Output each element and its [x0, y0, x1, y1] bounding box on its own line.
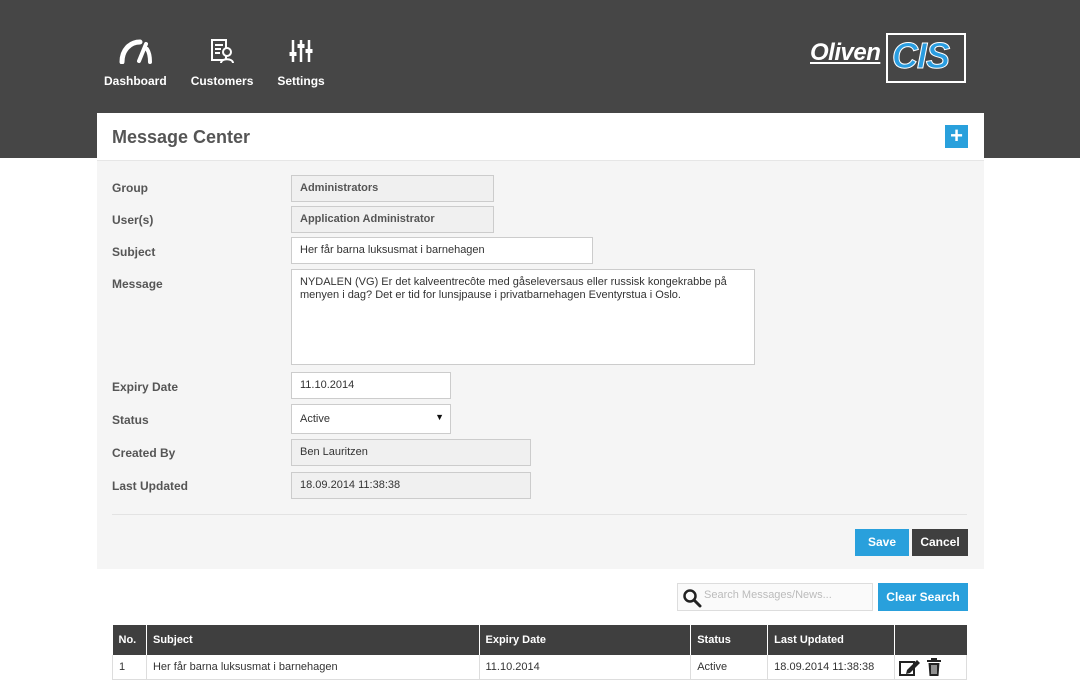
column-header-status[interactable]: Status	[690, 625, 769, 655]
last-updated-field: 18.09.2014 11:38:38	[291, 472, 531, 499]
cell-actions	[894, 655, 967, 680]
search-icon	[683, 589, 702, 608]
created-by-label: Created By	[112, 446, 176, 460]
subject-input[interactable]: Her får barna luksusmat i barnehagen	[291, 237, 593, 264]
messages-list-area: Clear Search No. Subject Expiry Date Sta…	[97, 569, 984, 680]
logo-text-cis: CIS	[891, 35, 950, 77]
trash-icon[interactable]	[926, 657, 942, 676]
messages-table: No. Subject Expiry Date Status Last Upda…	[112, 625, 967, 680]
cancel-button[interactable]: Cancel	[912, 529, 968, 556]
status-label: Status	[112, 413, 149, 427]
add-message-button[interactable]: +	[945, 125, 968, 148]
nav-dashboard-label: Dashboard	[104, 74, 167, 88]
nav-customers[interactable]: Customers	[190, 38, 254, 88]
table-row[interactable]: 1 Her får barna luksusmat i barnehagen 1…	[112, 655, 967, 680]
subject-label: Subject	[112, 245, 156, 259]
status-select[interactable]: Active ▼	[291, 404, 451, 434]
column-header-last-updated[interactable]: Last Updated	[767, 625, 896, 655]
message-label: Message	[112, 277, 163, 291]
expiry-date-label: Expiry Date	[112, 380, 179, 394]
nav-settings[interactable]: Settings	[277, 38, 325, 88]
group-label: Group	[112, 181, 148, 195]
column-header-no[interactable]: No.	[112, 625, 147, 655]
created-by-field: Ben Lauritzen	[291, 439, 531, 466]
dashboard-gauge-icon	[119, 39, 153, 64]
page-title: Message Center	[112, 127, 251, 147]
message-textarea[interactable]: NYDALEN (VG) Er det kalveentrecôte med g…	[291, 269, 755, 365]
logo-text-oliven: Oliven	[810, 39, 881, 66]
expiry-date-input[interactable]: 11.10.2014	[291, 372, 451, 399]
column-header-expiry-date[interactable]: Expiry Date	[479, 625, 692, 655]
cell-no: 1	[112, 655, 147, 680]
cell-last-updated: 18.09.2014 11:38:38	[767, 655, 896, 680]
save-button[interactable]: Save	[855, 529, 909, 556]
search-box[interactable]	[677, 583, 873, 611]
status-select-value: Active	[300, 413, 330, 425]
settings-sliders-icon	[289, 40, 313, 62]
panel-header: Message Center +	[97, 113, 984, 161]
users-label: User(s)	[112, 213, 154, 227]
edit-icon[interactable]	[899, 658, 921, 676]
nav-customers-label: Customers	[190, 74, 254, 88]
column-header-subject[interactable]: Subject	[146, 625, 480, 655]
oliven-cis-logo[interactable]: Oliven CIS	[810, 33, 974, 85]
table-header-row: No. Subject Expiry Date Status Last Upda…	[112, 625, 967, 655]
nav-dashboard[interactable]: Dashboard	[104, 38, 167, 88]
users-field: Application Administrator	[291, 206, 494, 233]
group-field: Administrators	[291, 175, 494, 202]
search-input[interactable]	[704, 589, 864, 601]
cell-expiry-date: 11.10.2014	[479, 655, 692, 680]
column-header-actions	[894, 625, 967, 655]
last-updated-label: Last Updated	[112, 479, 189, 493]
nav-settings-label: Settings	[277, 74, 325, 88]
main-nav: Dashboard Customers Settings	[104, 38, 349, 88]
clear-search-button[interactable]: Clear Search	[878, 583, 968, 611]
customers-icon	[211, 39, 235, 64]
form-divider	[112, 514, 967, 515]
cell-subject: Her får barna luksusmat i barnehagen	[146, 655, 480, 680]
chevron-down-icon: ▼	[435, 412, 444, 422]
cell-status: Active	[690, 655, 769, 680]
message-center-panel: Message Center + Group Administrators Us…	[97, 113, 984, 680]
